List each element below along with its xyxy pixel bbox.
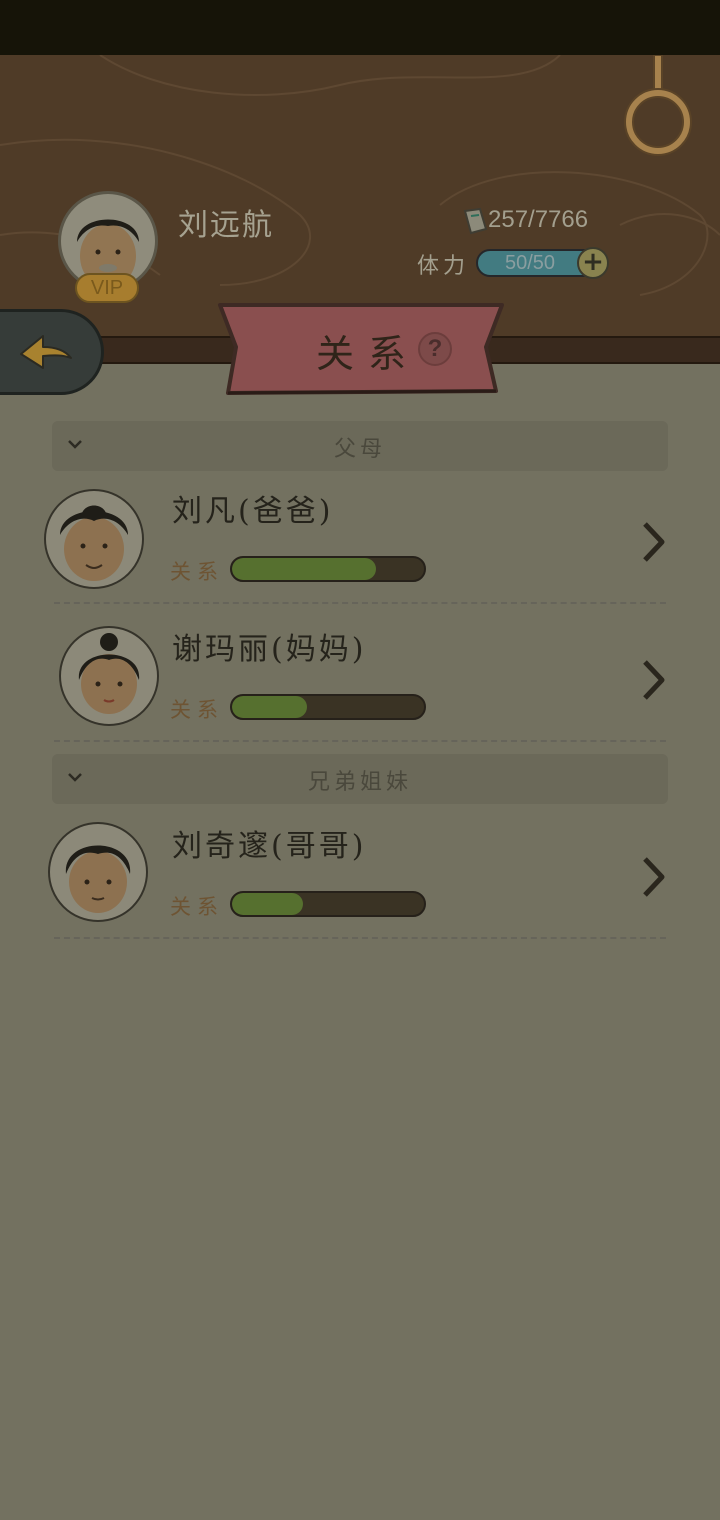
member-name: 谢玛丽(妈妈) (172, 632, 367, 667)
relation-label: 关系 (170, 560, 224, 584)
page-title: 关系 (316, 332, 421, 376)
brother-face-icon (65, 845, 131, 913)
member-row[interactable]: 谢玛丽(妈妈) 关系 (0, 612, 720, 742)
relation-bar (230, 694, 426, 720)
row-divider (54, 740, 666, 742)
row-divider (54, 602, 666, 604)
stamina-label: 体力 (417, 254, 470, 279)
relation-bar (230, 891, 426, 917)
status-bar (0, 0, 720, 55)
chevron-right-icon[interactable] (640, 520, 668, 564)
father-face-icon (60, 505, 128, 581)
relation-label: 关系 (170, 698, 224, 722)
currency-amount: 257/7766 (488, 206, 589, 233)
member-row[interactable]: 刘凡(爸爸) 关系 (0, 474, 720, 604)
add-stamina-button[interactable]: + (577, 247, 609, 279)
member-name: 刘奇邃(哥哥) (172, 829, 367, 864)
member-avatar (44, 489, 144, 589)
chevron-right-icon[interactable] (640, 855, 668, 899)
scroll-icon (463, 207, 488, 235)
player-name: 刘远航 (178, 208, 274, 243)
relation-fill (232, 893, 304, 915)
relation-fill (232, 696, 307, 718)
relation-bar (230, 556, 426, 582)
section-title: 兄弟姐妹 (307, 770, 412, 795)
section-title: 父母 (333, 437, 386, 462)
section-header-siblings[interactable]: 兄弟姐妹 (52, 754, 668, 804)
member-avatar (48, 822, 148, 922)
back-button[interactable] (0, 309, 104, 395)
help-button[interactable]: ? (418, 332, 452, 366)
member-name: 刘凡(爸爸) (172, 494, 334, 529)
vip-badge[interactable]: VIP (75, 273, 139, 303)
ring-hook-icon[interactable] (622, 55, 694, 159)
member-row[interactable]: 刘奇邃(哥哥) 关系 (0, 809, 720, 939)
relation-fill (232, 558, 376, 580)
member-avatar (59, 626, 159, 726)
relation-label: 关系 (170, 895, 224, 919)
arrow-left-icon (20, 335, 72, 369)
row-divider (54, 937, 666, 939)
section-header-parents[interactable]: 父母 (52, 421, 668, 471)
chevron-right-icon[interactable] (640, 658, 668, 702)
mother-face-icon (78, 633, 140, 714)
